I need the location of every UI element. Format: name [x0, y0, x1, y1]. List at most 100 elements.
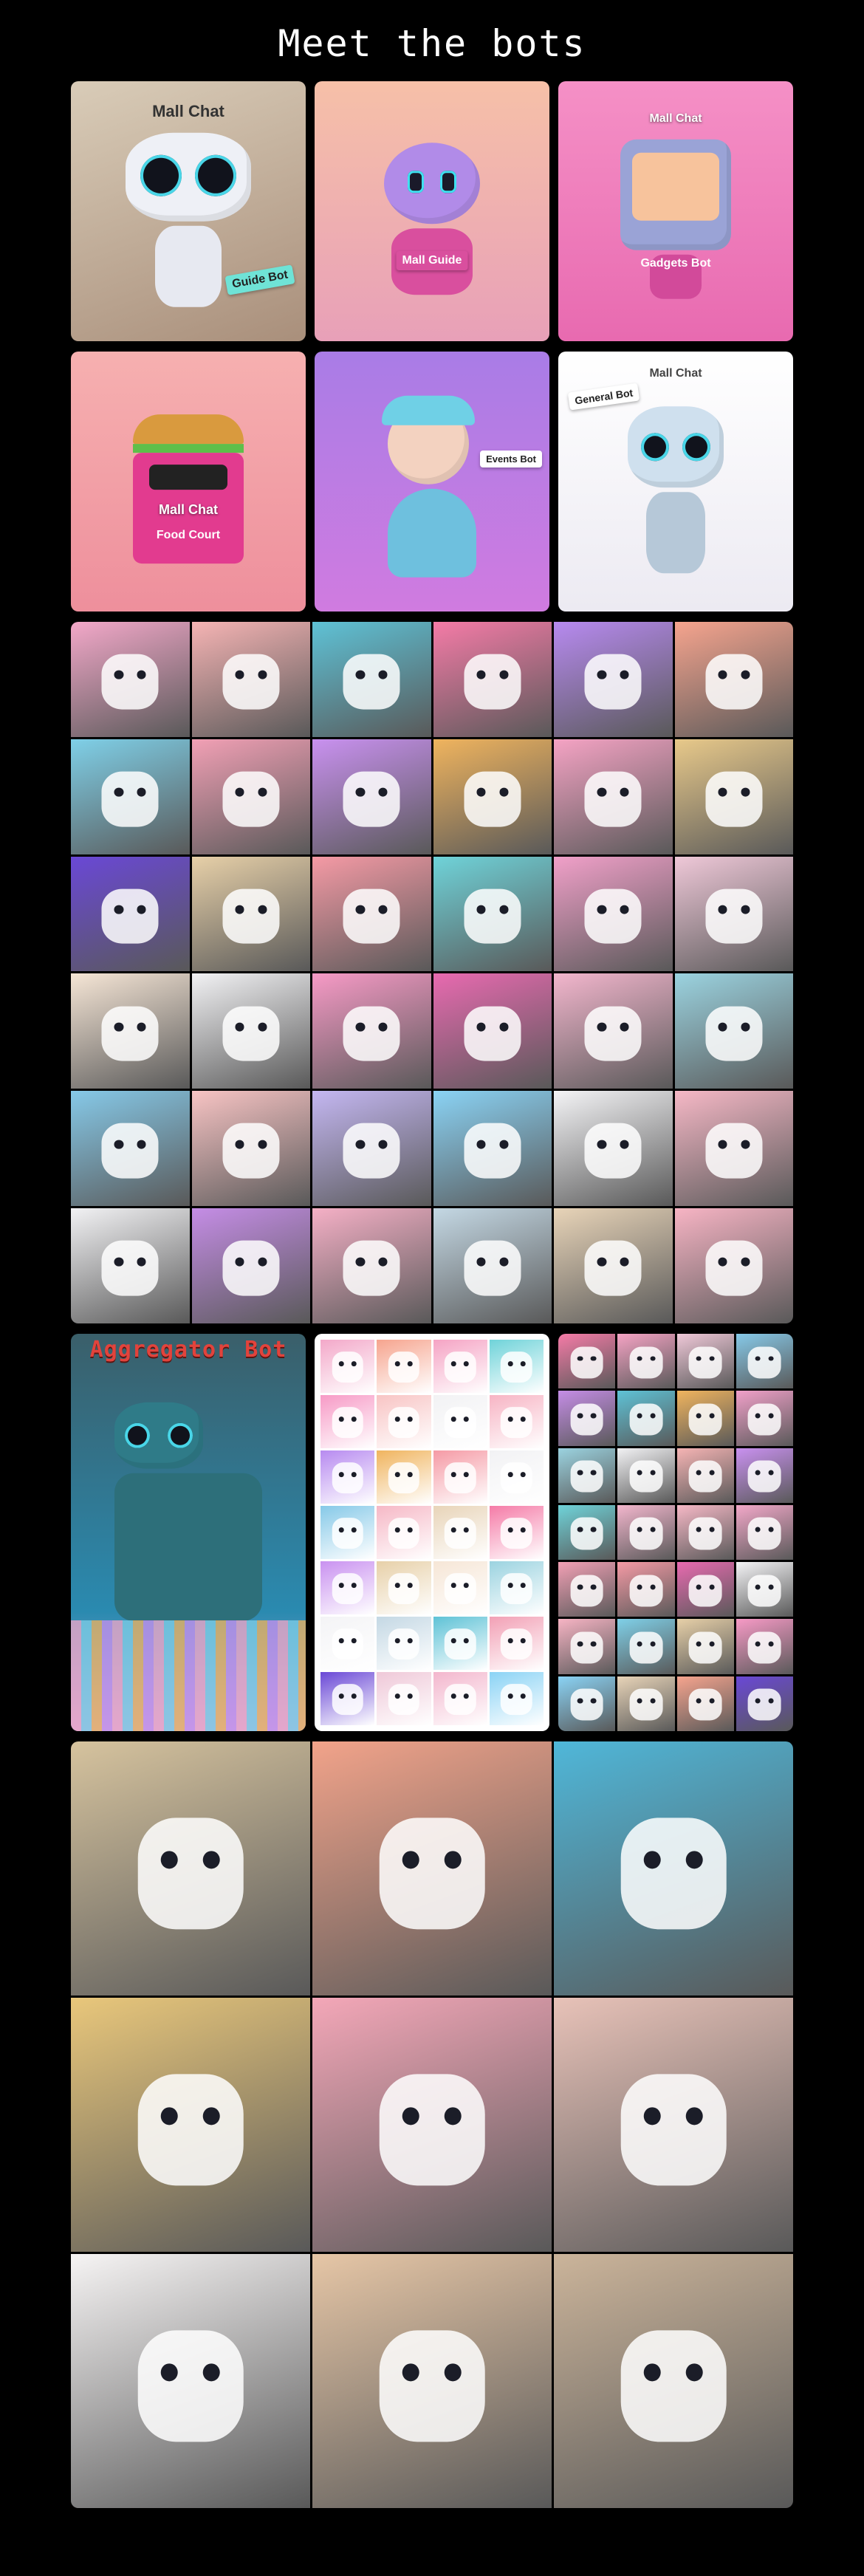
collage-thumbnail[interactable]	[558, 1504, 616, 1561]
collage-thumbnail[interactable]	[489, 1672, 544, 1725]
collage-thumbnail[interactable]	[433, 1617, 487, 1670]
collage-thumbnail[interactable]	[320, 1450, 375, 1504]
bot-thumbnail[interactable]	[312, 1091, 431, 1207]
collage-thumbnail[interactable]	[489, 1506, 544, 1559]
bot-thumbnail[interactable]	[312, 1208, 431, 1323]
collage-thumbnail[interactable]	[736, 1676, 793, 1731]
collage-thumbnail[interactable]	[433, 1450, 487, 1504]
collage-panel[interactable]	[71, 1998, 310, 2252]
bot-thumbnail[interactable]	[191, 739, 310, 854]
collage-thumbnail[interactable]	[558, 1619, 616, 1674]
collage-panel[interactable]	[554, 2254, 793, 2508]
collage-thumbnail[interactable]	[433, 1395, 487, 1448]
bot-card-food-court[interactable]: Mall Chat Food Court	[71, 352, 306, 612]
bot-thumbnail[interactable]	[433, 973, 552, 1089]
bot-card-gadgets[interactable]: Mall Chat Gadgets Bot	[558, 81, 793, 341]
collage-thumbnail[interactable]	[558, 1334, 616, 1389]
collage-thumbnail[interactable]	[377, 1395, 431, 1448]
collage-thumbnail[interactable]	[676, 1619, 734, 1674]
bot-thumbnail[interactable]	[674, 973, 793, 1089]
collage-thumbnail[interactable]	[433, 1672, 487, 1725]
collage-thumbnail[interactable]	[320, 1340, 375, 1393]
collage-thumbnail[interactable]	[377, 1340, 431, 1393]
collage-card[interactable]	[315, 1334, 549, 1731]
collage-thumbnail[interactable]	[676, 1676, 734, 1731]
collage-thumbnail[interactable]	[736, 1504, 793, 1561]
bot-thumbnail[interactable]	[71, 856, 190, 972]
bot-thumbnail[interactable]	[191, 856, 310, 972]
collage-card[interactable]	[558, 1334, 793, 1731]
bot-thumbnail[interactable]	[433, 739, 552, 854]
collage-thumbnail[interactable]	[320, 1506, 375, 1559]
collage-thumbnail[interactable]	[377, 1450, 431, 1504]
bot-card-aggregator[interactable]: Aggregator Bot	[71, 1334, 306, 1731]
bot-thumbnail[interactable]	[674, 739, 793, 854]
bot-thumbnail[interactable]	[554, 1208, 673, 1323]
collage-thumbnail[interactable]	[558, 1562, 616, 1617]
collage-thumbnail[interactable]	[676, 1391, 734, 1446]
bot-thumbnail[interactable]	[191, 622, 310, 737]
bot-card-mall-guide[interactable]: Mall Guide	[315, 81, 549, 341]
collage-thumbnail[interactable]	[558, 1676, 616, 1731]
bot-thumbnail[interactable]	[71, 1091, 190, 1207]
collage-thumbnail[interactable]	[489, 1450, 544, 1504]
collage-thumbnail[interactable]	[736, 1334, 793, 1389]
collage-thumbnail[interactable]	[489, 1617, 544, 1670]
collage-thumbnail[interactable]	[617, 1448, 675, 1503]
bot-card-events[interactable]: Events Bot	[315, 352, 549, 612]
bot-card-general[interactable]: Mall Chat General Bot	[558, 352, 793, 612]
collage-thumbnail[interactable]	[377, 1617, 431, 1670]
bot-thumbnail[interactable]	[71, 622, 190, 737]
collage-thumbnail[interactable]	[433, 1506, 487, 1559]
bot-thumbnail[interactable]	[433, 1091, 552, 1207]
collage-thumbnail[interactable]	[736, 1448, 793, 1503]
collage-thumbnail[interactable]	[736, 1562, 793, 1617]
collage-thumbnail[interactable]	[617, 1676, 675, 1731]
collage-thumbnail[interactable]	[617, 1562, 675, 1617]
bot-thumbnail[interactable]	[554, 622, 673, 737]
collage-thumbnail[interactable]	[617, 1504, 675, 1561]
bot-thumbnail[interactable]	[71, 739, 190, 854]
bot-thumbnail[interactable]	[191, 1091, 310, 1207]
bot-thumbnail[interactable]	[554, 1091, 673, 1207]
bot-thumbnail[interactable]	[674, 1091, 793, 1207]
bot-thumbnail[interactable]	[433, 622, 552, 737]
collage-panel[interactable]	[71, 1741, 310, 1996]
bot-thumbnail[interactable]	[433, 1208, 552, 1323]
collage-thumbnail[interactable]	[736, 1619, 793, 1674]
bot-thumbnail[interactable]	[191, 973, 310, 1089]
collage-thumbnail[interactable]	[320, 1672, 375, 1725]
collage-thumbnail[interactable]	[489, 1340, 544, 1393]
collage-thumbnail[interactable]	[617, 1619, 675, 1674]
collage-thumbnail[interactable]	[558, 1391, 616, 1446]
bot-thumbnail[interactable]	[433, 856, 552, 972]
collage-panel[interactable]	[312, 2254, 552, 2508]
collage-thumbnail[interactable]	[617, 1334, 675, 1389]
collage-thumbnail[interactable]	[489, 1395, 544, 1448]
bot-thumbnail[interactable]	[674, 1208, 793, 1323]
collage-thumbnail[interactable]	[489, 1561, 544, 1614]
collage-thumbnail[interactable]	[736, 1391, 793, 1446]
collage-thumbnail[interactable]	[676, 1334, 734, 1389]
collage-thumbnail[interactable]	[676, 1448, 734, 1503]
collage-thumbnail[interactable]	[320, 1395, 375, 1448]
collage-panel[interactable]	[312, 1741, 552, 1996]
collage-thumbnail[interactable]	[617, 1391, 675, 1446]
bot-thumbnail[interactable]	[312, 622, 431, 737]
collage-thumbnail[interactable]	[320, 1617, 375, 1670]
collage-thumbnail[interactable]	[433, 1561, 487, 1614]
bot-thumbnail[interactable]	[312, 856, 431, 972]
collage-thumbnail[interactable]	[377, 1561, 431, 1614]
collage-thumbnail[interactable]	[558, 1448, 616, 1503]
collage-thumbnail[interactable]	[377, 1506, 431, 1559]
collage-thumbnail[interactable]	[377, 1672, 431, 1725]
collage-panel[interactable]	[312, 1998, 552, 2252]
bot-thumbnail[interactable]	[554, 856, 673, 972]
bot-thumbnail[interactable]	[312, 973, 431, 1089]
collage-panel[interactable]	[554, 1998, 793, 2252]
bot-card-guide[interactable]: Mall Chat Guide Bot	[71, 81, 306, 341]
collage-thumbnail[interactable]	[433, 1340, 487, 1393]
bot-thumbnail[interactable]	[554, 739, 673, 854]
bot-thumbnail[interactable]	[191, 1208, 310, 1323]
bot-thumbnail[interactable]	[71, 1208, 190, 1323]
